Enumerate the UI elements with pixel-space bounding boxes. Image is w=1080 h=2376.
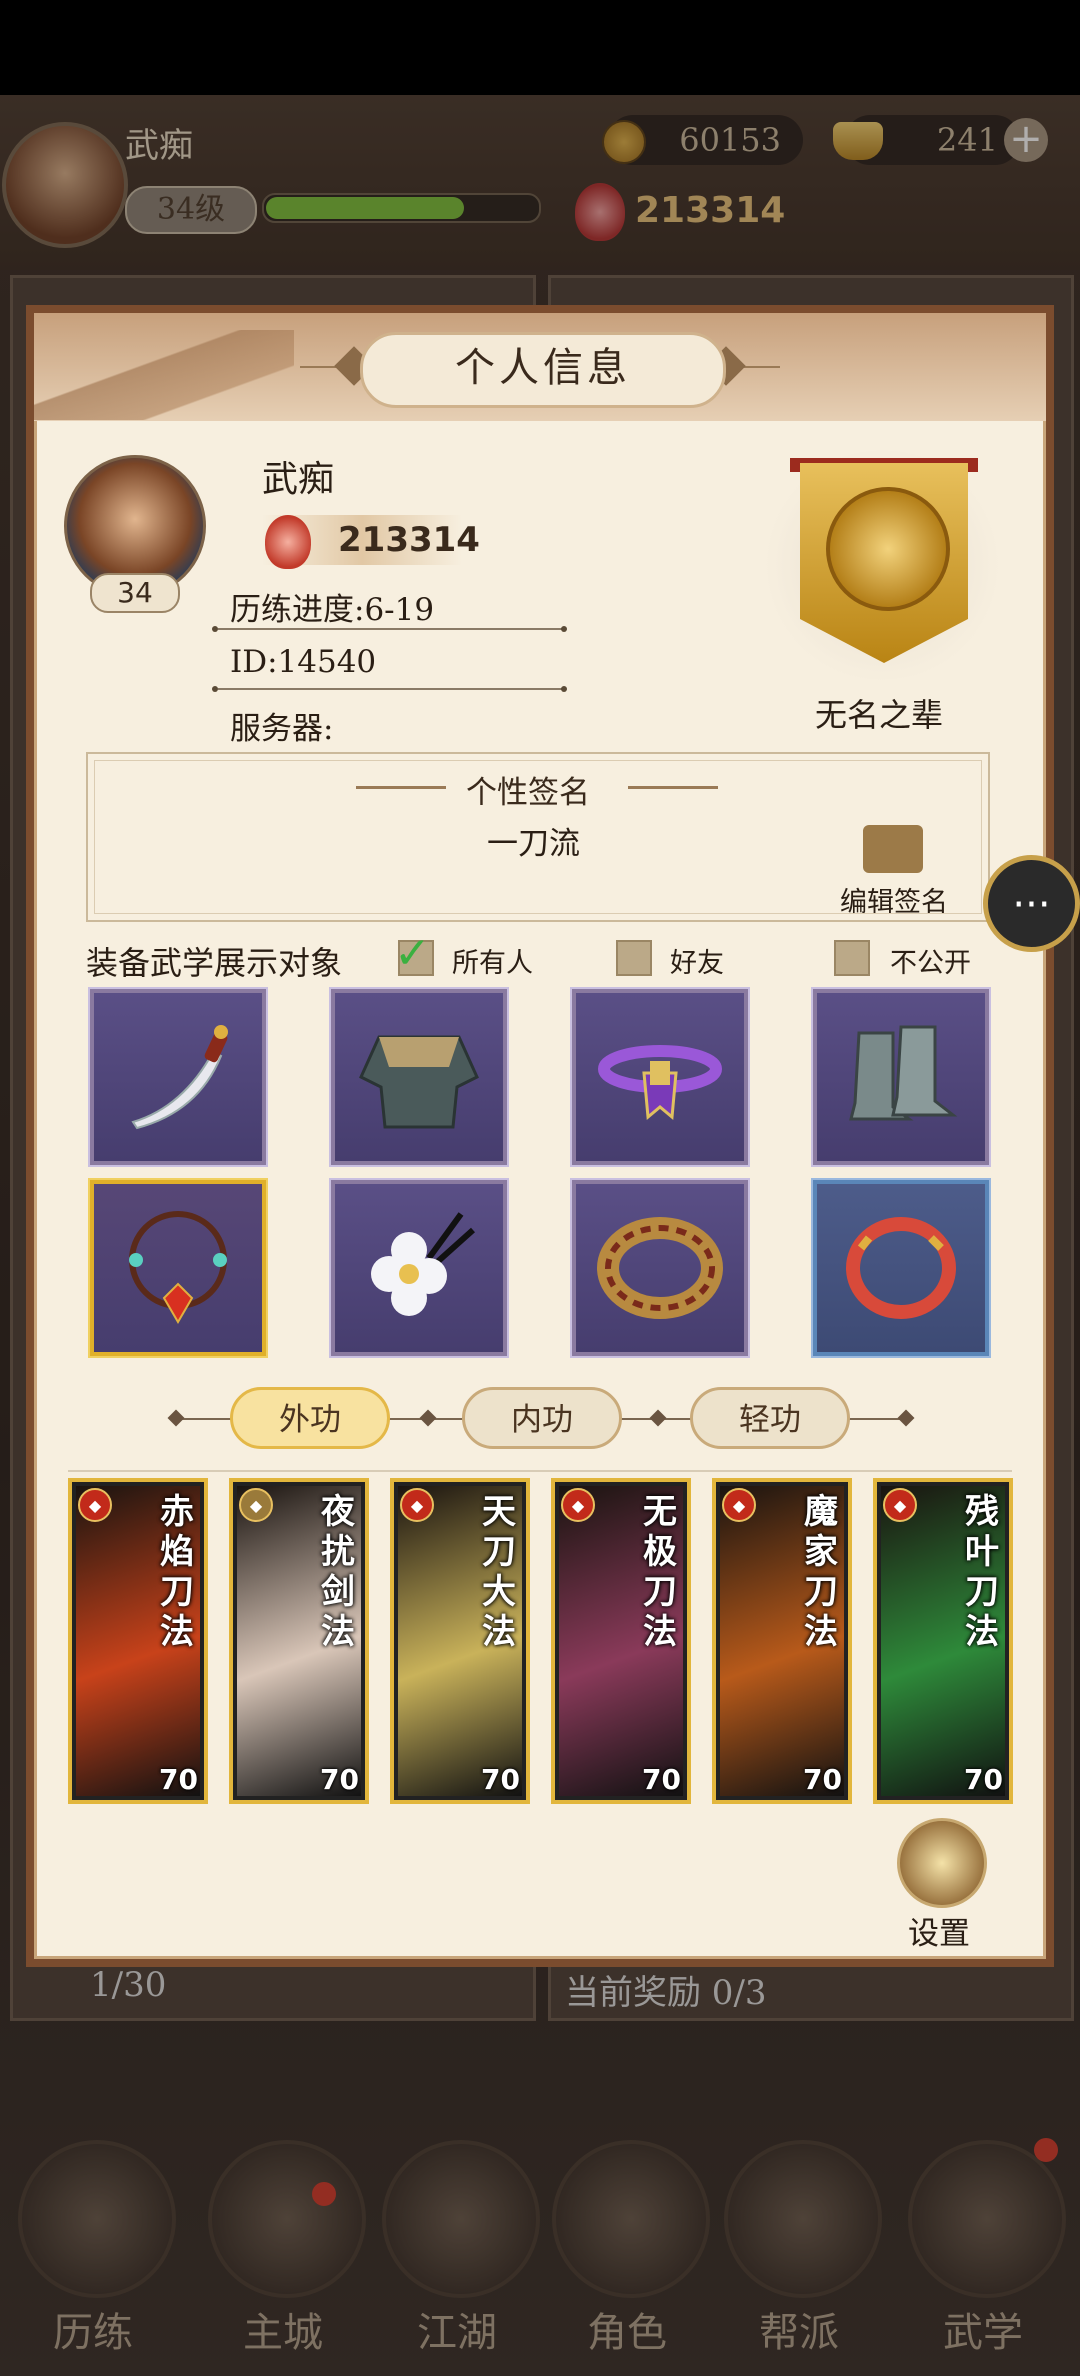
equipment-slot-armor[interactable] — [329, 987, 509, 1167]
skill-level: 70 — [159, 1763, 198, 1796]
blade-icon: ◆ — [722, 1488, 756, 1522]
signature-divider — [356, 786, 446, 789]
signature-divider — [628, 786, 718, 789]
visibility-label: 装备武学展示对象 — [86, 944, 343, 982]
edit-signature-button[interactable]: 编辑签名 — [840, 880, 948, 919]
check-icon: ✓ — [394, 928, 431, 979]
skill-level: 70 — [320, 1763, 359, 1796]
skill-card[interactable]: ◆ 残叶刀法 70 — [873, 1478, 1013, 1804]
blade-icon: ◆ — [561, 1488, 595, 1522]
skill-card[interactable]: ◆ 夜扰剑法 70 — [229, 1478, 369, 1804]
power-icon — [265, 515, 311, 569]
equipment-slot-ring[interactable] — [570, 1178, 750, 1358]
skill-card[interactable]: ◆ 天刀大法 70 — [390, 1478, 530, 1804]
chat-icon[interactable]: ··· — [983, 855, 1080, 952]
signature-text: 一刀流 — [487, 826, 580, 862]
hairpin-icon — [371, 1212, 476, 1316]
ring-icon — [597, 1217, 723, 1319]
tab-lightness[interactable]: 轻功 — [690, 1387, 850, 1449]
skill-level: 70 — [481, 1763, 520, 1796]
armor-icon — [359, 1035, 479, 1129]
divider — [218, 628, 563, 630]
modal-title: 个人信息 — [360, 332, 726, 408]
skill-name: 无极刀法 — [643, 1492, 677, 1652]
necklace-icon — [129, 1211, 227, 1324]
boots-icon — [849, 1025, 958, 1121]
blade-icon: ◆ — [883, 1488, 917, 1522]
divider-dot — [212, 686, 218, 692]
skill-name: 残叶刀法 — [965, 1492, 999, 1652]
mountain-decoration — [34, 330, 294, 420]
equipment-slot-boots[interactable] — [811, 987, 991, 1167]
status-bar — [0, 0, 1080, 95]
skill-name: 天刀大法 — [482, 1492, 516, 1652]
card-shelf — [68, 1470, 1012, 1482]
visibility-option-label: 不公开 — [890, 948, 971, 979]
visibility-option-label: 所有人 — [452, 948, 533, 979]
progress-text: 历练进度:6-19 — [230, 592, 435, 628]
equipment-slot-necklace[interactable] — [88, 1178, 268, 1358]
visibility-friends-checkbox[interactable] — [616, 940, 652, 976]
server-text: 服务器: — [230, 711, 334, 747]
visibility-option-label: 好友 — [670, 948, 724, 979]
tab-external[interactable]: 外功 — [230, 1387, 390, 1449]
edit-scroll-icon[interactable] — [863, 825, 923, 873]
skill-level: 70 — [964, 1763, 1003, 1796]
blade-icon: ◆ — [400, 1488, 434, 1522]
divider-dot — [561, 686, 567, 692]
tab-internal[interactable]: 内功 — [462, 1387, 622, 1449]
skill-name: 魔家刀法 — [804, 1492, 838, 1652]
equipment-slot-weapon[interactable] — [88, 987, 268, 1167]
divider-dot — [561, 626, 567, 632]
blade-icon: ◆ — [78, 1488, 112, 1522]
skill-name: 赤焰刀法 — [160, 1492, 194, 1652]
player-id-text: ID:14540 — [230, 644, 377, 680]
equipment-slot-belt[interactable] — [570, 987, 750, 1167]
divider-dot — [212, 626, 218, 632]
signature-heading: 个性签名 — [466, 775, 590, 811]
equipment-slot-bracelet[interactable] — [811, 1178, 991, 1358]
divider — [218, 688, 563, 690]
profile-power: 213314 — [338, 520, 480, 560]
settings-button[interactable]: 设置 — [908, 1908, 970, 1953]
skill-card[interactable]: ◆ 魔家刀法 70 — [712, 1478, 852, 1804]
yin-yang-settings-icon[interactable] — [897, 1818, 987, 1908]
profile-level-badge: 34 — [90, 573, 180, 613]
equipment-slot-hairpin[interactable] — [329, 1178, 509, 1358]
rank-title: 无名之辈 — [815, 696, 944, 734]
skill-card[interactable]: ◆ 赤焰刀法 70 — [68, 1478, 208, 1804]
skill-card[interactable]: ◆ 无极刀法 70 — [551, 1478, 691, 1804]
dragon-emblem-icon — [826, 487, 950, 611]
visibility-private-checkbox[interactable] — [834, 940, 870, 976]
belt-icon — [598, 1045, 722, 1120]
saber-icon — [131, 1025, 228, 1130]
skill-name: 夜扰剑法 — [321, 1492, 355, 1652]
skill-level: 70 — [642, 1763, 681, 1796]
sword-icon: ◆ — [239, 1488, 273, 1522]
bracelet-icon — [846, 1217, 956, 1319]
profile-name: 武痴 — [262, 459, 335, 500]
skill-level: 70 — [803, 1763, 842, 1796]
